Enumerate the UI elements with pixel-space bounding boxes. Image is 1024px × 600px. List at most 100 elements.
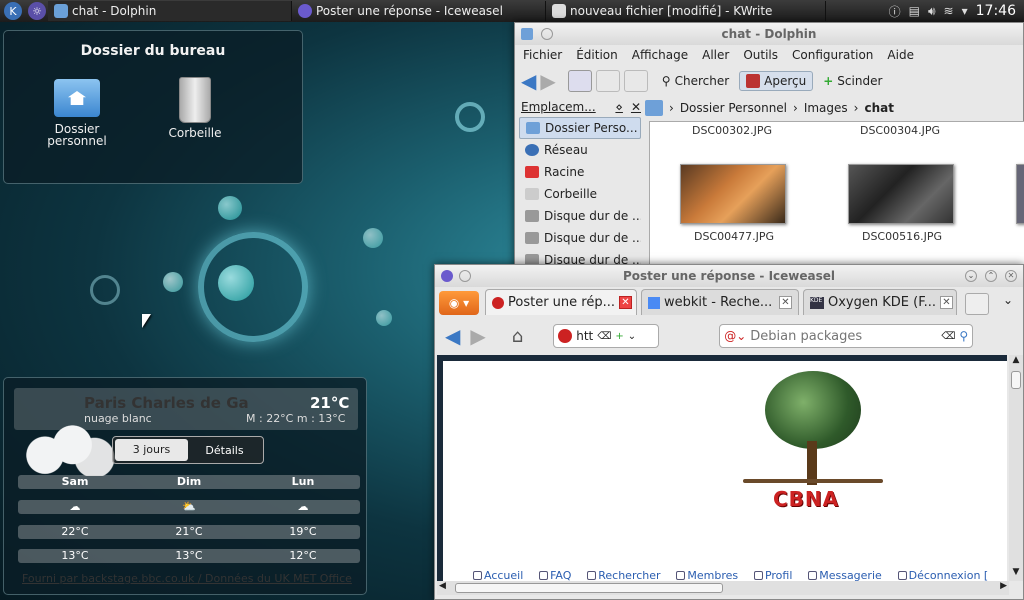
menu-edit[interactable]: Édition: [576, 48, 618, 62]
tab-list-icon[interactable]: ⌄: [1003, 293, 1013, 307]
url-dropdown-icon[interactable]: ⌄: [628, 331, 636, 342]
place-disk-2[interactable]: Disque dur de ...: [519, 227, 641, 249]
menu-file[interactable]: Fichier: [523, 48, 562, 62]
menu-settings[interactable]: Configuration: [792, 48, 873, 62]
forward-arrow-icon[interactable]: ▶: [470, 324, 485, 348]
back-arrow-icon[interactable]: ◀: [521, 69, 536, 93]
close-panel-icon[interactable]: ✕: [631, 100, 641, 114]
iceweasel-titlebar[interactable]: Poster une réponse - Iceweasel ⌄ ⌃ ✕: [435, 265, 1023, 287]
link-search[interactable]: Rechercher: [587, 569, 661, 581]
place-trash[interactable]: Corbeille: [519, 183, 641, 205]
tab-close-icon[interactable]: ✕: [619, 296, 632, 309]
file-name[interactable]: DSC00477.JPG: [664, 230, 804, 243]
file-thumbnail[interactable]: [680, 164, 786, 224]
split-button[interactable]: + Scinder: [817, 72, 888, 90]
back-arrow-icon[interactable]: ◀: [445, 324, 460, 348]
minimize-button[interactable]: [541, 28, 553, 40]
task-kwrite[interactable]: nouveau fichier [modifié] - KWrite: [546, 1, 826, 21]
icons-view-icon[interactable]: [567, 70, 592, 92]
file-name[interactable]: DSC00302.JPG: [662, 124, 802, 137]
place-label: Dossier Perso...: [545, 121, 638, 135]
scroll-left-icon[interactable]: ◀: [439, 581, 446, 591]
horizontal-scrollbar[interactable]: ◀ ▶: [437, 581, 1009, 595]
clear-search-icon[interactable]: ⌫: [941, 331, 955, 342]
menu-go[interactable]: Aller: [702, 48, 729, 62]
file-name[interactable]: DSC00304.JPG: [830, 124, 970, 137]
vertical-scrollbar[interactable]: ▲ ▼: [1009, 355, 1023, 581]
maximize-icon[interactable]: ⌃: [985, 270, 997, 282]
menu-tools[interactable]: Outils: [743, 48, 778, 62]
widget-title: Dossier du bureau: [80, 43, 226, 59]
link-members[interactable]: Membres: [676, 569, 738, 581]
search-button[interactable]: ⚲ Chercher: [656, 72, 735, 90]
link-home[interactable]: Accueil: [473, 569, 523, 581]
menu-help[interactable]: Aide: [887, 48, 914, 62]
logo-text: CBNA: [773, 487, 840, 511]
info-icon[interactable]: ⓘ: [889, 3, 901, 20]
scroll-right-icon[interactable]: ▶: [1000, 581, 1007, 591]
columns-view-icon[interactable]: [623, 70, 648, 92]
place-home[interactable]: Dossier Perso...: [519, 117, 641, 139]
clipboard-icon[interactable]: ▤: [909, 4, 920, 18]
link-profile[interactable]: Profil: [753, 569, 792, 581]
float-panel-icon[interactable]: ⋄: [615, 100, 623, 114]
clear-url-icon[interactable]: ⌫: [597, 331, 611, 342]
close-icon[interactable]: ✕: [1005, 270, 1017, 282]
breadcrumb-images[interactable]: Images: [804, 101, 848, 115]
file-thumbnail[interactable]: [848, 164, 954, 224]
place-network[interactable]: Réseau: [519, 139, 641, 161]
tab-details[interactable]: Détails: [188, 444, 261, 457]
search-bar[interactable]: @⌄ ⌫ ⚲: [719, 324, 974, 348]
breadcrumb-current[interactable]: chat: [864, 101, 894, 115]
window-menu-icon[interactable]: [521, 28, 533, 40]
file-thumbnail[interactable]: [1016, 164, 1024, 224]
scroll-down-icon[interactable]: ▼: [1009, 567, 1023, 581]
scroll-hthumb[interactable]: [455, 583, 723, 593]
weather-source-link[interactable]: Fourni par backstage.bbc.co.uk / Données…: [22, 572, 356, 585]
tab-webkit[interactable]: webkit - Reche... ✕: [641, 289, 799, 315]
taskbar: K ☼ chat - Dolphin Poster une réponse - …: [0, 0, 1024, 22]
browser-launcher-icon[interactable]: ☼: [28, 2, 46, 20]
tab-close-icon[interactable]: ✕: [779, 296, 792, 309]
minimize-button[interactable]: [459, 270, 471, 282]
home-folder-shortcut[interactable]: Dossier personnel: [32, 79, 122, 147]
forward-arrow-icon[interactable]: ▶: [540, 69, 555, 93]
kde-menu-icon[interactable]: K: [4, 2, 22, 20]
tab-oxygen[interactable]: KDE Oxygen KDE (F... ✕: [803, 289, 957, 315]
file-name[interactable]: DSC00516.JPG: [832, 230, 972, 243]
wifi-icon[interactable]: ≋: [944, 4, 954, 18]
scroll-thumb[interactable]: [1011, 371, 1021, 389]
search-icon[interactable]: ⚲: [959, 329, 968, 343]
menu-view[interactable]: Affichage: [632, 48, 688, 62]
preview-button[interactable]: Aperçu: [739, 71, 814, 91]
link-messages[interactable]: Messagerie: [808, 569, 882, 581]
tab-close-icon[interactable]: ✕: [939, 296, 953, 309]
home-icon[interactable]: [645, 100, 663, 116]
tray-expand-icon[interactable]: ▾: [962, 4, 968, 18]
place-root[interactable]: Racine: [519, 161, 641, 183]
scroll-up-icon[interactable]: ▲: [1009, 355, 1023, 369]
new-tab-icon[interactable]: [965, 293, 989, 315]
tab-active[interactable]: Poster une rép... ✕: [485, 289, 637, 315]
dolphin-titlebar[interactable]: chat - Dolphin: [515, 23, 1023, 45]
trash-shortcut[interactable]: Corbeille: [150, 77, 240, 139]
shade-icon[interactable]: ⌄: [965, 270, 977, 282]
clock[interactable]: 17:46: [976, 3, 1016, 19]
search-input[interactable]: [750, 328, 938, 344]
tab-3-days[interactable]: 3 jours: [115, 439, 188, 461]
link-faq[interactable]: FAQ: [539, 569, 571, 581]
window-menu-icon[interactable]: [441, 270, 453, 282]
place-disk-1[interactable]: Disque dur de ...: [519, 205, 641, 227]
url-text: htt: [576, 329, 594, 343]
url-bar[interactable]: htt ⌫ + ⌄: [553, 324, 660, 348]
task-iceweasel[interactable]: Poster une réponse - Iceweasel: [292, 1, 546, 21]
task-dolphin[interactable]: chat - Dolphin: [48, 1, 292, 21]
link-logout[interactable]: Déconnexion [: [897, 569, 988, 581]
split-label: Scinder: [837, 74, 883, 88]
details-view-icon[interactable]: [595, 70, 620, 92]
breadcrumb-home[interactable]: Dossier Personnel: [680, 101, 787, 115]
home-icon[interactable]: ⌂: [512, 326, 523, 347]
iceweasel-menu-button[interactable]: ◉ ▾: [439, 291, 479, 315]
volume-icon[interactable]: 🔊︎: [928, 4, 936, 19]
bookmark-add-icon[interactable]: +: [615, 331, 623, 342]
